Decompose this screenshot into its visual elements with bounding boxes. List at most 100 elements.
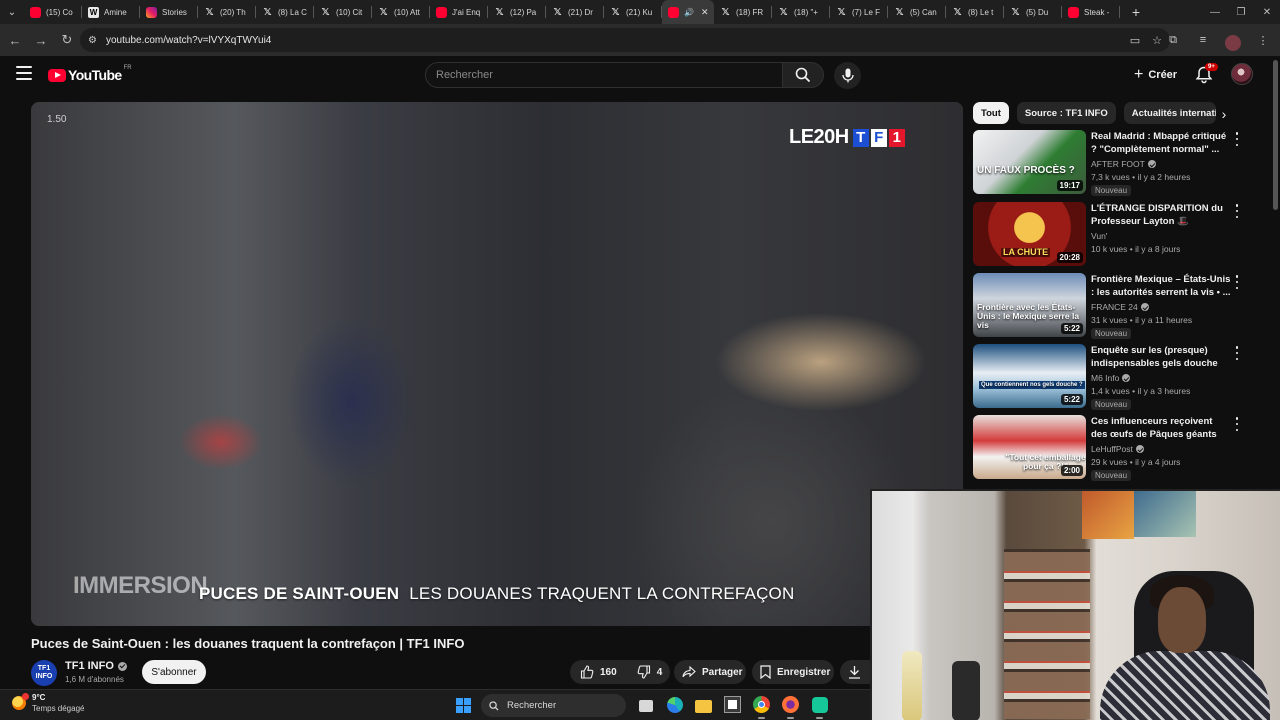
more-actions-icon[interactable] — [1233, 132, 1241, 146]
forward-button[interactable]: → — [28, 27, 54, 53]
browser-tab[interactable]: 𝕏 (5) Du — [1004, 0, 1062, 24]
browser-tab[interactable]: 𝕏 (12) Pa — [488, 0, 546, 24]
guide-menu-icon[interactable] — [16, 66, 32, 80]
recommended-channel-name[interactable]: FRANCE 24 — [1091, 302, 1138, 312]
browser-tab[interactable]: 𝕏 (18) "+ — [772, 0, 830, 24]
youtube-wordmark: YouTube — [68, 67, 122, 83]
streaming-app-icon[interactable] — [810, 695, 829, 719]
recommended-video-title[interactable]: Enquête sur les (presque) indispensables… — [1091, 344, 1231, 370]
recommended-video-title[interactable]: Ces influenceurs reçoivent des œufs de P… — [1091, 415, 1231, 441]
share-button[interactable]: Partager — [674, 660, 746, 684]
file-explorer-icon[interactable] — [694, 695, 713, 714]
account-avatar[interactable] — [1231, 63, 1253, 85]
browser-tab[interactable]: 𝕏 (5) Can — [888, 0, 946, 24]
profile-avatar[interactable] — [1220, 27, 1246, 53]
browser-tab[interactable]: Steak - — [1062, 0, 1120, 24]
recommended-channel[interactable]: LeHuffPost — [1091, 444, 1144, 454]
back-button[interactable]: ← — [2, 27, 28, 53]
video-thumbnail[interactable]: Que contiennent nos gels douche ? 5:22 — [973, 344, 1086, 408]
recommended-video[interactable]: Que contiennent nos gels douche ? 5:22 Enq… — [973, 344, 1243, 410]
audio-playing-icon[interactable]: 🔊 — [684, 8, 694, 17]
chip-international-news[interactable]: Actualités internatio — [1123, 102, 1216, 124]
browser-tab-active[interactable]: 🔊 ✕ — [662, 0, 714, 24]
recommended-video-title[interactable]: Frontière Mexique – États-Unis : les aut… — [1091, 273, 1231, 299]
recommended-channel-name[interactable]: M6 Info — [1091, 373, 1119, 383]
task-view-icon[interactable] — [636, 695, 655, 714]
dislike-button[interactable]: 4 — [627, 660, 673, 684]
recommended-channel[interactable]: FRANCE 24 — [1091, 302, 1149, 312]
browser-tab[interactable]: J'ai Enq — [430, 0, 488, 24]
video-player[interactable]: 1.50 LE20H T F 1 IMMERSION PUCES DE SAIN… — [31, 102, 963, 626]
new-tab-button[interactable]: + — [1124, 0, 1148, 24]
recommended-channel[interactable]: AFTER FOOT — [1091, 159, 1156, 169]
weather-widget[interactable]: 9°C Temps dégagé — [12, 693, 84, 713]
recommended-channel-name[interactable]: LeHuffPost — [1091, 444, 1133, 454]
page-scrollbar[interactable] — [1273, 60, 1278, 210]
browser-tab[interactable]: 𝕏 (18) FR — [714, 0, 772, 24]
channel-avatar[interactable]: TF1 INFO — [31, 660, 57, 686]
browser-tab[interactable]: (15) Co — [24, 0, 82, 24]
address-bar[interactable]: ⚙ youtube.com/watch?v=lVYXqTWYui4 ▭ ☆ — [80, 28, 1170, 52]
browser-tab[interactable]: 𝕏 (21) Ku — [604, 0, 662, 24]
youtube-logo[interactable]: YouTube FR — [48, 65, 132, 83]
address-url[interactable]: youtube.com/watch?v=lVYXqTWYui4 — [106, 35, 271, 46]
reload-button[interactable]: ↻ — [54, 27, 80, 53]
search-input[interactable] — [436, 69, 766, 81]
maximize-button[interactable]: ❐ — [1228, 0, 1254, 24]
browser-menu-icon[interactable]: ⋮ — [1250, 27, 1276, 53]
recommended-video[interactable]: Frontière avec les États-Unis : le Mexiq… — [973, 273, 1243, 339]
video-thumbnail[interactable]: UN FAUX PROCÈS ? 19:17 — [973, 130, 1086, 194]
recommended-video[interactable]: "Tout cet emballage pour ça ?!" 2:00 Ces i… — [973, 415, 1243, 481]
browser-tab[interactable]: 𝕏 (20) Th — [198, 0, 256, 24]
site-info-icon[interactable]: ⚙ — [88, 35, 104, 46]
store-icon[interactable] — [723, 695, 742, 714]
recommended-channel-name[interactable]: AFTER FOOT — [1091, 159, 1145, 169]
chrome-icon[interactable] — [752, 695, 771, 719]
browser-tab[interactable]: 𝕏 (10) Att — [372, 0, 430, 24]
cast-icon[interactable]: ▭ — [1130, 34, 1140, 47]
recommended-video-title[interactable]: Real Madrid : Mbappé critiqué ? "Complèt… — [1091, 130, 1231, 156]
browser-tab[interactable]: Stories — [140, 0, 198, 24]
close-window-button[interactable]: ✕ — [1254, 0, 1280, 24]
chip-all[interactable]: Tout — [973, 102, 1009, 124]
youtube-favicon-icon — [30, 6, 41, 18]
chip-source-tf1-info[interactable]: Source : TF1 INFO — [1016, 102, 1116, 124]
browser-tab[interactable]: 𝕏 (7) Le F — [830, 0, 888, 24]
channel-name[interactable]: TF1 INFO — [65, 660, 127, 672]
save-button[interactable]: Enregistrer — [752, 660, 834, 684]
recommended-video[interactable]: UN FAUX PROCÈS ? 19:17 Real Madrid : Mbapp… — [973, 130, 1243, 196]
recommended-video-title[interactable]: L'ÉTRANGE DISPARITION du Professeur Layt… — [1091, 202, 1231, 228]
close-tab-icon[interactable]: ✕ — [701, 7, 709, 18]
more-actions-icon[interactable] — [1233, 275, 1241, 289]
search-button[interactable] — [782, 62, 824, 88]
browser-tab[interactable]: W Amine — [82, 0, 140, 24]
subscribe-button[interactable]: S'abonner — [142, 660, 206, 684]
more-actions-icon[interactable] — [1233, 204, 1241, 218]
video-thumbnail[interactable]: "Tout cet emballage pour ça ?!" 2:00 — [973, 415, 1086, 479]
browser-tab[interactable]: 𝕏 (8) Le t — [946, 0, 1004, 24]
recommended-video[interactable]: LA CHUTE 20:28 L'ÉTRANGE DISPARITION du Pr… — [973, 202, 1243, 268]
media-control-icon[interactable]: ≡ — [1190, 27, 1216, 53]
channel-name-text[interactable]: TF1 INFO — [65, 660, 114, 672]
firefox-icon[interactable] — [781, 695, 800, 719]
tab-search-chevron-icon[interactable]: ⌄ — [0, 0, 24, 24]
chevron-right-icon[interactable]: › — [1214, 104, 1234, 124]
video-thumbnail[interactable]: LA CHUTE 20:28 — [973, 202, 1086, 266]
browser-tab[interactable]: 𝕏 (8) La C — [256, 0, 314, 24]
edge-browser-icon[interactable] — [665, 695, 684, 714]
extensions-icon[interactable]: ⧉ — [1160, 27, 1186, 53]
windows-start-icon[interactable] — [456, 698, 471, 713]
recommended-channel[interactable]: M6 Info — [1091, 373, 1131, 383]
create-button[interactable]: + Créer — [1124, 62, 1187, 88]
voice-search-button[interactable] — [834, 62, 861, 89]
browser-tab[interactable]: 𝕏 (10) Cit — [314, 0, 372, 24]
recommended-channel[interactable]: Vun' — [1091, 231, 1107, 241]
recommended-channel-name[interactable]: Vun' — [1091, 231, 1107, 241]
browser-tab[interactable]: 𝕏 (21) Dr — [546, 0, 604, 24]
minimize-button[interactable]: — — [1202, 0, 1228, 24]
like-button[interactable]: 160 — [570, 660, 627, 684]
video-thumbnail[interactable]: Frontière avec les États-Unis : le Mexiq… — [973, 273, 1086, 337]
more-actions-icon[interactable] — [1233, 346, 1241, 360]
more-actions-icon[interactable] — [1233, 417, 1241, 431]
taskbar-search[interactable]: Rechercher — [481, 694, 626, 717]
